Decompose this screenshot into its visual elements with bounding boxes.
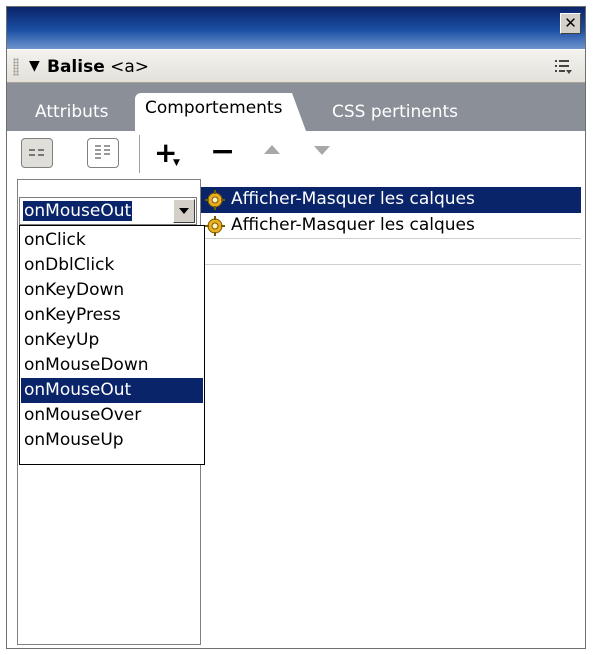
tab-strip: Attributs Comportements CSS pertinents	[7, 83, 585, 131]
set-events-icon	[29, 149, 44, 156]
panel-title: Balise <a>	[47, 57, 149, 77]
event-select[interactable]: onMouseOut	[19, 197, 197, 225]
grip-icon[interactable]	[13, 58, 19, 76]
tab-css-pertinents[interactable]: CSS pertinents	[322, 97, 468, 131]
event-option[interactable]: onMouseOver	[21, 403, 203, 428]
action-label: Afficher-Masquer les calques	[231, 189, 475, 209]
panel-title-bold: Balise	[47, 57, 105, 77]
panel-header[interactable]: ▼ Balise <a>	[7, 49, 585, 83]
options-menu-icon[interactable]	[555, 59, 573, 75]
event-option[interactable]: onMouseUp	[21, 428, 203, 453]
event-dropdown-list: onClick onDblClick onKeyDown onKeyPress …	[19, 225, 205, 465]
tab-attributs[interactable]: Attributs	[25, 97, 118, 131]
action-row[interactable]: Afficher-Masquer les calques	[201, 187, 581, 213]
panel-title-tag: <a>	[110, 57, 150, 77]
actions-column: Afficher-Masquer les calques Afficher-Ma…	[201, 187, 581, 269]
event-option[interactable]: onDblClick	[21, 253, 203, 278]
gear-icon	[205, 216, 225, 236]
close-icon: ✕	[564, 14, 577, 32]
collapse-arrow-icon[interactable]: ▼	[29, 58, 40, 74]
action-label: Afficher-Masquer les calques	[231, 215, 475, 235]
event-option-selected[interactable]: onMouseOut	[21, 378, 203, 403]
gear-icon	[205, 190, 225, 210]
show-set-events-button[interactable]	[21, 138, 53, 168]
move-up-icon[interactable]	[264, 145, 280, 154]
action-row[interactable]: Afficher-Masquer les calques	[201, 213, 581, 239]
behaviors-toolbar: + ▼ −	[7, 131, 585, 179]
event-option[interactable]: onKeyPress	[21, 303, 203, 328]
show-all-events-button[interactable]	[87, 138, 119, 168]
event-select-value: onMouseOut	[23, 201, 133, 221]
behaviors-panel: ✕ ▼ Balise <a> Attributs Comportements C…	[6, 6, 586, 649]
behaviors-list: Afficher-Masquer les calques Afficher-Ma…	[7, 179, 585, 648]
all-events-icon	[95, 145, 110, 159]
move-down-icon[interactable]	[314, 146, 330, 155]
empty-row	[201, 239, 581, 265]
close-button[interactable]: ✕	[560, 13, 581, 34]
event-option[interactable]: onKeyDown	[21, 278, 203, 303]
event-option[interactable]: onMouseDown	[21, 353, 203, 378]
event-option[interactable]: onClick	[21, 228, 203, 253]
toolbar-separator	[139, 135, 143, 173]
remove-behavior-button[interactable]: −	[210, 134, 235, 169]
panel-titlebar[interactable]: ✕	[7, 7, 585, 49]
tab-comportements[interactable]: Comportements	[135, 93, 307, 131]
chevron-down-icon[interactable]	[173, 199, 195, 223]
event-option[interactable]: onKeyUp	[21, 328, 203, 353]
add-behavior-caret-icon: ▼	[173, 158, 180, 168]
